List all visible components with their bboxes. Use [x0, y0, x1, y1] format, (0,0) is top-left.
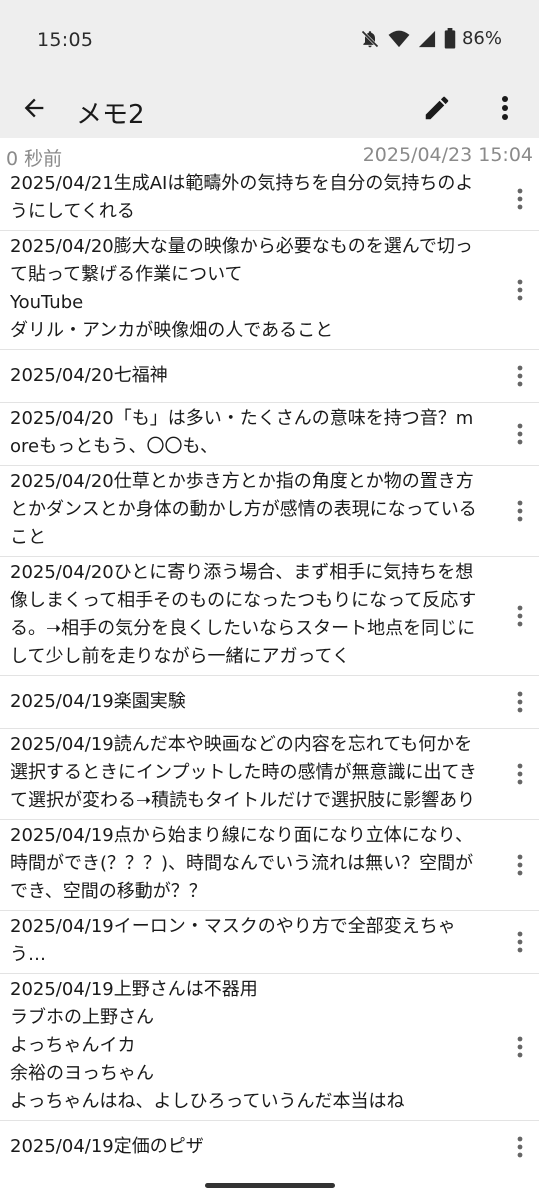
item-more-icon[interactable] [507, 183, 533, 215]
status-icons: 86% [360, 28, 502, 49]
list-item[interactable]: 2025/04/19上野さんは不器用 ラブホの上野さん よっちゃんイカ 余裕のヨ… [0, 974, 539, 1121]
item-more-icon[interactable] [507, 758, 533, 790]
memo-content: 0 秒前 2025/04/23 15:04 2025/04/21生成AIは範疇外… [0, 138, 539, 1168]
item-more-icon[interactable] [507, 274, 533, 306]
list-item[interactable]: 2025/04/20膨大な量の映像から必要なものを選んで切って貼って繋げる作業に… [0, 231, 539, 350]
memo-text: 2025/04/20七福神 [10, 365, 168, 386]
list-item[interactable]: 2025/04/19楽園実験 [0, 676, 539, 729]
last-saved-relative: 0 秒前 [6, 148, 63, 170]
item-more-icon[interactable] [507, 1131, 533, 1163]
memo-text: 2025/04/19イーロン・マスクのやり方で全部変えちゃう… [10, 916, 456, 965]
item-more-icon[interactable] [507, 686, 533, 718]
item-more-icon[interactable] [507, 1031, 533, 1063]
pencil-icon [422, 93, 452, 127]
list-item[interactable]: 2025/04/19イーロン・マスクのやり方で全部変えちゃう… [0, 911, 539, 974]
list-item[interactable]: 2025/04/20ひとに寄り添う場合、まず相手に気持ちを想像しまくって相手その… [0, 557, 539, 676]
status-time: 15:05 [37, 29, 94, 51]
memo-text: 2025/04/19読んだ本や映画などの内容を忘れても何かを選択するときにインプ… [10, 734, 477, 811]
app-bar: メモ2 [0, 80, 539, 138]
list-item[interactable]: 2025/04/20「も」は多い・たくさんの意味を持つ音？moreもっともう、〇… [0, 403, 539, 466]
item-more-icon[interactable] [507, 600, 533, 632]
item-more-icon[interactable] [507, 849, 533, 881]
back-button[interactable] [16, 92, 52, 128]
back-arrow-icon [20, 94, 48, 126]
memo-text: 2025/04/21生成AIは範疇外の気持ちを自分の気持ちのようにしてくれる [10, 173, 474, 222]
list-item[interactable]: 2025/04/19点から始まり線になり面になり立体になり、時間ができ(？？？)… [0, 820, 539, 911]
list-item[interactable]: 2025/04/20七福神 [0, 350, 539, 403]
item-more-icon[interactable] [507, 360, 533, 392]
memo-text: 2025/04/20仕草とか歩き方とか指の角度とか物の置き方とかダンスとか身体の… [10, 471, 477, 548]
list-item[interactable]: 2025/04/20仕草とか歩き方とか指の角度とか物の置き方とかダンスとか身体の… [0, 466, 539, 557]
mute-icon [360, 29, 380, 49]
item-more-icon[interactable] [507, 926, 533, 958]
more-vert-icon [501, 95, 509, 125]
home-indicator[interactable] [205, 1183, 335, 1188]
more-options-button[interactable] [490, 91, 520, 129]
edit-button[interactable] [418, 91, 456, 129]
memo-text: 2025/04/19点から始まり線になり面になり立体になり、時間ができ(？？？)… [10, 825, 474, 902]
last-saved-timestamp: 2025/04/23 15:04 [362, 144, 533, 166]
page-title: メモ2 [76, 100, 145, 130]
memo-text: 2025/04/19楽園実験 [10, 691, 186, 712]
item-more-icon[interactable] [507, 495, 533, 527]
wifi-icon [388, 29, 410, 49]
memo-text: 2025/04/20膨大な量の映像から必要なものを選んで切って貼って繋げる作業に… [10, 236, 473, 341]
list-item[interactable]: 2025/04/19定価のピザ [0, 1121, 539, 1168]
battery-percent: 86% [461, 28, 502, 49]
meta-row: 0 秒前 2025/04/23 15:04 [0, 144, 539, 170]
memo-list: 2025/04/21生成AIは範疇外の気持ちを自分の気持ちのようにしてくれる 2… [0, 168, 539, 1168]
list-item[interactable]: 2025/04/19読んだ本や映画などの内容を忘れても何かを選択するときにインプ… [0, 729, 539, 820]
memo-text: 2025/04/19定価のピザ [10, 1136, 204, 1157]
item-more-icon[interactable] [507, 418, 533, 450]
gesture-nav-bar [0, 1168, 539, 1200]
memo-text: 2025/04/20ひとに寄り添う場合、まず相手に気持ちを想像しまくって相手その… [10, 562, 477, 667]
list-item[interactable]: 2025/04/21生成AIは範疇外の気持ちを自分の気持ちのようにしてくれる [0, 168, 539, 231]
memo-text: 2025/04/19上野さんは不器用 ラブホの上野さん よっちゃんイカ 余裕のヨ… [10, 979, 405, 1112]
memo-text: 2025/04/20「も」は多い・たくさんの意味を持つ音？moreもっともう、〇… [10, 408, 474, 457]
battery-icon [444, 28, 456, 49]
status-bar: 15:05 86% [0, 0, 539, 80]
signal-icon [418, 30, 436, 48]
